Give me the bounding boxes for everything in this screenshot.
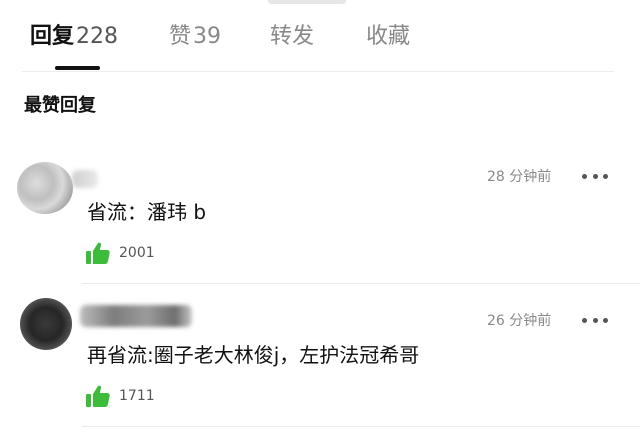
tab-likes-label: 赞: [169, 24, 192, 49]
tab-replies-count: 228: [76, 24, 119, 49]
more-dots-icon[interactable]: [582, 169, 608, 183]
username-redacted: [72, 170, 98, 188]
tab-bar: 回复228 赞39 转发 收藏: [0, 0, 640, 72]
comment-divider: [82, 426, 640, 427]
like-button[interactable]: 1711: [86, 384, 155, 408]
tab-replies-label: 回复: [30, 24, 75, 49]
tab-reposts[interactable]: 转发: [270, 22, 314, 52]
username-redacted: [80, 305, 192, 327]
section-title: 最赞回复: [24, 95, 96, 116]
like-button[interactable]: 2001: [86, 241, 155, 265]
comment-divider: [82, 283, 640, 284]
tab-favorites-label: 收藏: [366, 24, 411, 49]
more-dots-icon[interactable]: [582, 313, 608, 327]
tab-bar-divider: [22, 71, 614, 72]
tab-favorites[interactable]: 收藏: [366, 22, 410, 52]
tab-likes-count: 39: [193, 24, 222, 49]
like-count: 2001: [119, 245, 155, 261]
avatar[interactable]: [20, 298, 72, 350]
like-count: 1711: [119, 388, 155, 404]
thumbs-up-icon: [86, 242, 110, 264]
tab-reposts-label: 转发: [270, 24, 315, 49]
avatar[interactable]: [17, 162, 73, 214]
tab-replies[interactable]: 回复228: [30, 22, 118, 52]
comment-time: 28 分钟前: [487, 169, 552, 185]
tab-likes[interactable]: 赞39: [169, 22, 221, 52]
comment-text: 省流：潘玮 b: [87, 200, 207, 224]
comment-text: 再省流:圈子老大林俊j，左护法冠希哥: [87, 343, 420, 367]
thumbs-up-icon: [86, 385, 110, 407]
comment-time: 26 分钟前: [487, 313, 552, 329]
tab-active-indicator: [55, 66, 100, 70]
